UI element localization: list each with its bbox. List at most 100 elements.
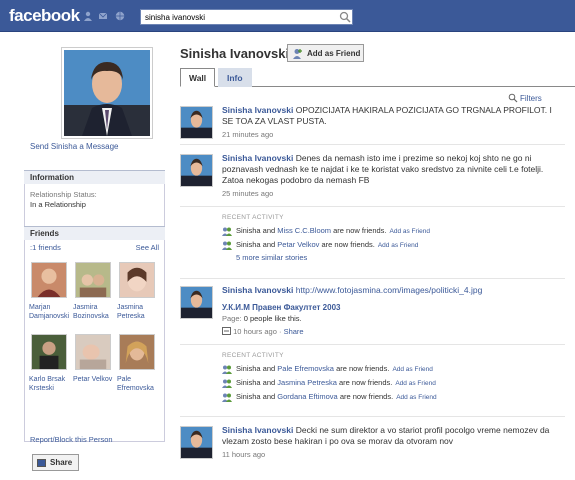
link-likes: 0 people like this.: [243, 314, 302, 323]
friends-count-link[interactable]: :1 friends: [30, 243, 61, 252]
profile-picture[interactable]: [61, 47, 153, 139]
friend-name[interactable]: Pale Efremovska: [117, 375, 161, 393]
recent-activity-header: RECENT ACTIVITY: [222, 352, 284, 359]
recent-activity: RECENT ACTIVITY Sinisha and Miss C.C.Blo…: [222, 214, 562, 262]
friend-tile[interactable]: Jasmira Bozinovska: [73, 262, 113, 321]
friend-tile[interactable]: Jasmina Petreska: [117, 262, 157, 321]
friend-link[interactable]: Gordana Eftimova: [277, 392, 337, 401]
profile-name: Sinisha Ivanovski: [180, 46, 290, 61]
facebook-logo[interactable]: facebook: [9, 6, 80, 26]
messages-icon[interactable]: [98, 11, 108, 21]
tab-wall[interactable]: Wall: [180, 68, 216, 87]
activity-text: are now friends.: [337, 392, 394, 401]
divider: [180, 344, 565, 345]
activity-text: are now friends.: [333, 364, 390, 373]
friend-photo[interactable]: [119, 334, 155, 370]
activity-text: Sinisha and: [236, 240, 278, 249]
add-friend-label: Add as Friend: [307, 49, 361, 58]
filters-label: Filters: [520, 94, 542, 103]
divider: [180, 206, 565, 207]
add-as-friend-link[interactable]: Add as Friend: [395, 380, 435, 387]
friend-name[interactable]: Jasmina Petreska: [117, 303, 161, 321]
post-author[interactable]: Sinisha Ivanovski: [222, 153, 293, 163]
more-stories-link[interactable]: 5 more similar stories: [236, 253, 307, 262]
post-time[interactable]: 10 hours ago: [233, 327, 277, 336]
friend-photo[interactable]: [75, 334, 111, 370]
search-icon[interactable]: [338, 10, 352, 24]
post-time[interactable]: 25 minutes ago: [222, 188, 562, 199]
friend-name[interactable]: Jasmira Bozinovska: [73, 303, 117, 321]
post-link-url[interactable]: http://www.fotojasmina.com/images/politi…: [293, 285, 483, 295]
friends-icon: [222, 393, 232, 402]
search-input[interactable]: [140, 9, 353, 25]
share-button[interactable]: Share: [32, 454, 79, 471]
post-time[interactable]: 11 hours ago: [222, 449, 562, 460]
friend-photo[interactable]: [119, 262, 155, 298]
divider: [180, 144, 565, 145]
link-icon: [222, 327, 231, 335]
more-stories[interactable]: 5 more similar stories: [222, 253, 562, 262]
add-friend-icon: [293, 49, 302, 59]
magnifier-icon: [508, 93, 518, 103]
filters-link[interactable]: Filters: [508, 93, 542, 103]
activity-text: are now friends.: [336, 378, 393, 387]
report-block-link[interactable]: Report/Block this Person: [30, 435, 113, 444]
recent-activity-header: RECENT ACTIVITY: [222, 214, 284, 221]
add-friend-button[interactable]: Add as Friend: [287, 44, 364, 62]
top-bar: facebook: [0, 0, 575, 32]
link-page-label: Page:: [222, 314, 244, 323]
send-message-link[interactable]: Send Sinisha a Message: [30, 142, 119, 151]
profile-tabs: Wall Info: [180, 68, 575, 87]
friend-photo[interactable]: [75, 262, 111, 298]
friend-tile[interactable]: Marjan Damjanovski: [29, 262, 69, 321]
friends-icon: [222, 365, 232, 374]
friend-name[interactable]: Marjan Damjanovski: [29, 303, 73, 321]
post-author[interactable]: Sinisha Ivanovski: [222, 105, 293, 115]
activity-text: are now friends.: [331, 226, 387, 235]
post-author[interactable]: Sinisha Ivanovski: [222, 425, 293, 435]
share-link[interactable]: Share: [284, 327, 304, 336]
friend-link[interactable]: Petar Velkov: [277, 240, 319, 249]
friend-link[interactable]: Pale Efremovska: [277, 364, 334, 373]
activity-row: Sinisha and Miss C.C.Bloom are now frien…: [222, 225, 562, 239]
add-as-friend-link[interactable]: Add as Friend: [392, 366, 432, 373]
friend-name[interactable]: Petar Velkov: [73, 375, 117, 384]
author-avatar[interactable]: [180, 154, 213, 187]
link-page-info: Page: 0 people like this.: [222, 313, 562, 324]
tab-info[interactable]: Info: [218, 68, 252, 87]
friend-link[interactable]: Miss C.C.Bloom: [277, 226, 331, 235]
friend-photo[interactable]: [31, 334, 67, 370]
share-icon: [37, 459, 46, 467]
author-avatar[interactable]: [180, 286, 213, 319]
add-as-friend-link[interactable]: Add as Friend: [378, 242, 418, 249]
divider: [180, 278, 565, 279]
friends-header: Friends: [24, 226, 165, 240]
friend-photo[interactable]: [31, 262, 67, 298]
friends-icon: [222, 379, 232, 388]
post-author[interactable]: Sinisha Ivanovski: [222, 285, 293, 295]
friend-requests-icon[interactable]: [83, 11, 93, 21]
add-as-friend-link[interactable]: Add as Friend: [396, 394, 436, 401]
friend-tile[interactable]: Pale Efremovska: [117, 334, 157, 393]
author-avatar[interactable]: [180, 106, 213, 139]
friends-icon: [222, 227, 232, 236]
friend-name[interactable]: Karlo Brsak Krsteski: [29, 375, 73, 393]
activity-row: Sinisha and Gordana Eftimova are now fri…: [222, 391, 562, 405]
link-title[interactable]: У.К.И.М Правен Факултет 2003: [222, 302, 562, 313]
information-header: Information: [24, 170, 165, 184]
activity-row: Sinisha and Jasmina Petreska are now fri…: [222, 377, 562, 391]
friends-icon: [222, 241, 232, 250]
post-time[interactable]: 21 minutes ago: [222, 129, 562, 140]
see-all-friends-link[interactable]: See All: [136, 243, 159, 252]
friend-tile[interactable]: Petar Velkov: [73, 334, 113, 384]
add-as-friend-link[interactable]: Add as Friend: [390, 228, 430, 235]
recent-activity: RECENT ACTIVITY Sinisha and Pale Efremov…: [222, 352, 562, 405]
notifications-globe-icon[interactable]: [115, 11, 125, 21]
activity-text: Sinisha and: [236, 378, 278, 387]
friend-tile[interactable]: Karlo Brsak Krsteski: [29, 334, 69, 393]
relationship-value: In a Relationship: [30, 200, 86, 209]
author-avatar[interactable]: [180, 426, 213, 459]
activity-text: Sinisha and: [236, 392, 278, 401]
friend-link[interactable]: Jasmina Petreska: [277, 378, 337, 387]
activity-row: Sinisha and Pale Efremovska are now frie…: [222, 363, 562, 377]
